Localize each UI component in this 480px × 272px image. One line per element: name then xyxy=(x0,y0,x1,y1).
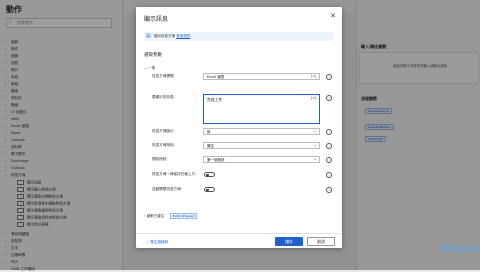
message-box-icon: ▤ xyxy=(146,33,151,39)
info-text: 顯示訊息方塊 其他資訊 xyxy=(154,34,191,38)
box-title-input[interactable]: Excel 報表 {x} xyxy=(203,73,320,80)
info-icon[interactable]: i xyxy=(326,157,332,163)
default-button-select[interactable]: 第一個按鈕 ⌄ xyxy=(203,156,320,163)
parameters-section-title: 選取參數 xyxy=(144,53,162,58)
info-icon[interactable]: i xyxy=(326,172,332,178)
default-button-value: 第一個按鈕 xyxy=(207,158,225,162)
always-on-top-label: 訊息方塊一律保持在最上方: xyxy=(152,172,197,176)
cancel-button[interactable]: 取消 xyxy=(307,237,335,246)
auto-close-label: 自動關閉訊息方塊: xyxy=(152,187,182,191)
chevron-down-icon: ⌄ xyxy=(313,143,317,148)
on-error-button[interactable]: ◌ 發生錯誤時 xyxy=(146,240,168,245)
toggle-knob xyxy=(206,173,209,177)
info-icon[interactable]: i xyxy=(326,187,332,193)
message-textarea[interactable]: 完成工作 {x} xyxy=(203,94,320,124)
variable-picker-icon[interactable]: {x} xyxy=(310,74,317,78)
info-icon[interactable]: i xyxy=(326,143,332,149)
box-title-value: Excel 報表 xyxy=(207,75,225,79)
message-label: 要顯示的訊息: xyxy=(152,95,175,99)
info-icon[interactable]: i xyxy=(326,129,332,135)
box-title-label: 訊息方塊標題: xyxy=(152,74,175,78)
watermark-logo: iThome xyxy=(440,244,480,255)
footer-divider xyxy=(136,233,342,234)
dialog-title: 顯示訊息 xyxy=(144,16,169,23)
info-banner: ▤ 顯示訊息方塊 其他資訊 xyxy=(144,32,334,41)
icon-select-value: 無 xyxy=(207,130,211,134)
chevron-down-icon: ⌄ xyxy=(313,157,317,162)
info-icon[interactable]: i xyxy=(326,95,332,101)
general-section-toggle[interactable]: ⌄ 一般 xyxy=(144,66,155,71)
info-icon[interactable]: i xyxy=(326,74,332,80)
display-message-dialog: 顯示訊息 ✕ ▤ 顯示訊息方塊 其他資訊 選取參數 ⌄ 一般 訊息方塊標題: E… xyxy=(136,7,342,248)
always-on-top-toggle[interactable] xyxy=(204,172,215,177)
toggle-knob xyxy=(206,188,209,192)
buttons-select-value: 確定 xyxy=(207,144,214,148)
icon-label: 訊息方塊圖示: xyxy=(152,129,175,133)
variables-produced-row[interactable]: › 變數已產生 ButtonPressed xyxy=(144,213,198,219)
default-button-label: 預設按鈕: xyxy=(152,157,168,161)
more-info-link[interactable]: 其他資訊 xyxy=(176,34,190,38)
icon-select[interactable]: 無 ⌄ xyxy=(203,128,320,135)
save-button[interactable]: 儲存 xyxy=(275,237,303,246)
close-icon[interactable]: ✕ xyxy=(330,12,336,20)
buttons-select[interactable]: 確定 ⌄ xyxy=(203,142,320,149)
variable-produced-chip[interactable]: ButtonPressed xyxy=(169,213,198,219)
auto-close-toggle[interactable] xyxy=(204,187,215,192)
chevron-down-icon: ⌄ xyxy=(313,129,317,134)
variable-picker-icon[interactable]: {x} xyxy=(310,96,317,100)
buttons-label: 訊息方塊按鈕: xyxy=(152,143,175,147)
message-value: 完成工作 xyxy=(207,97,223,102)
